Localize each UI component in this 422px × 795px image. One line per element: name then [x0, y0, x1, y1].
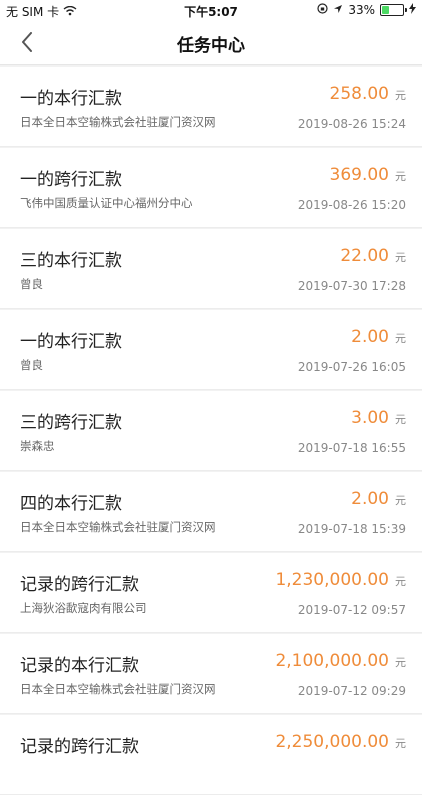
task-currency-unit: 元 — [395, 494, 406, 507]
task-currency-unit: 元 — [395, 332, 406, 345]
task-timestamp: 2019-07-26 16:05 — [297, 360, 406, 374]
location-icon — [333, 3, 343, 17]
task-amount-group: 3.00 元 — [351, 408, 406, 428]
task-title: 四的本行汇款 — [20, 494, 122, 514]
task-amount-group: 22.00 元 — [340, 246, 406, 266]
task-payee: 日本全日本空输株式会社驻厦门资汉网 — [20, 682, 216, 696]
task-list-item[interactable]: 四的本行汇款日本全日本空输株式会社驻厦门资汉网 2.00 元 2019-07-18 1… — [0, 472, 422, 552]
task-amount: 2.00 — [351, 327, 389, 347]
battery-fill — [382, 6, 389, 14]
task-timestamp: 2019-08-26 15:24 — [297, 117, 406, 131]
task-payee: 曾良 — [20, 277, 43, 291]
task-list: 一的本行汇款 日本全日本空输株式会社驻厦门资汉网 258.00 元 2019-08-26… — [0, 65, 422, 795]
task-amount: 22.00 — [340, 246, 389, 266]
status-bar: 无 SIM 卡 下午5:07 33% — [0, 0, 422, 20]
task-title: 三的跨行汇款 — [20, 413, 122, 433]
task-amount: 3.00 — [351, 408, 389, 428]
task-currency-unit: 元 — [395, 737, 406, 750]
battery-icon — [380, 4, 407, 16]
task-amount-group: 1,230,000.00 元 — [275, 570, 406, 590]
task-payee: 飞伟中国质量认证中心福州分中心 — [20, 196, 193, 210]
task-currency-unit: 元 — [395, 413, 406, 426]
task-timestamp: 2019-07-12 09:29 — [297, 684, 406, 698]
task-title: 一的本行汇款 — [20, 89, 122, 109]
task-list-item[interactable]: 一的跨行汇款飞伟中国质量认证中心福州分中心 369.00 元 2019-08-26 1… — [0, 148, 422, 228]
task-timestamp: 2019-07-30 17:28 — [297, 279, 406, 293]
task-payee: 日本全日本空输株式会社驻厦门资汉网 — [20, 115, 216, 129]
task-title: 记录的跨行汇款 — [20, 575, 139, 595]
nav-bar: 任务中心 — [0, 20, 422, 65]
task-amount: 2.00 — [351, 489, 389, 509]
task-payee: 上海狄浴歃寇肉有限公司 — [20, 601, 147, 615]
task-list-item[interactable]: 一的本行汇款曾良 2.00 元 2019-07-26 16:05 — [0, 310, 422, 390]
task-payee: 曾良 — [20, 358, 43, 372]
task-amount-group: 369.00 元 — [330, 165, 406, 185]
task-title: 一的跨行汇款 — [20, 170, 122, 190]
task-amount: 1,230,000.00 — [275, 570, 389, 590]
task-timestamp: 2019-07-18 16:55 — [297, 441, 406, 455]
task-title: 一的本行汇款 — [20, 332, 122, 352]
task-title: 记录的本行汇款 — [20, 656, 139, 676]
task-list-item[interactable]: 记录的跨行汇款 2,250,000.00 元 — [0, 715, 422, 795]
task-currency-unit: 元 — [395, 170, 406, 183]
task-timestamp: 2019-07-18 15:39 — [297, 522, 406, 536]
task-title: 记录的跨行汇款 — [20, 737, 139, 757]
task-list-item[interactable]: 一的本行汇款日本全日本空输株式会社驻厦门资汉网 258.00 元 2019-08-26… — [0, 67, 422, 147]
status-right: 33% — [317, 3, 416, 17]
task-title: 三的本行汇款 — [20, 251, 122, 271]
task-list-item[interactable]: 记录的跨行汇款上海狄浴歃寇肉有限公司 1,230,000.00 元 2019-07-1… — [0, 553, 422, 633]
battery-percent: 33% — [348, 3, 375, 17]
task-timestamp: 2019-07-12 09:57 — [297, 603, 406, 617]
charging-icon — [409, 3, 416, 17]
task-amount-group: 258.00 元 — [330, 84, 406, 104]
task-list-item[interactable]: 记录的本行汇款日本全日本空输株式会社驻厦门资汉网 2,100,000.00 元 201… — [0, 634, 422, 714]
rotation-lock-icon — [317, 3, 328, 17]
task-currency-unit: 元 — [395, 656, 406, 669]
task-amount: 2,250,000.00 — [275, 732, 389, 752]
task-currency-unit: 元 — [395, 89, 406, 102]
task-amount: 258.00 — [329, 84, 389, 104]
task-list-item[interactable]: 三的跨行汇款崇森忠 3.00 元 2019-07-18 16:55 — [0, 391, 422, 471]
task-amount-group: 2.00 元 — [351, 489, 406, 509]
task-currency-unit: 元 — [395, 251, 406, 264]
page-title: 任务中心 — [177, 36, 245, 56]
task-amount: 2,100,000.00 — [275, 651, 389, 671]
task-amount: 369.00 — [329, 165, 389, 185]
task-list-item[interactable]: 三的本行汇款曾良 22.00 元 2019-07-30 17:28 — [0, 229, 422, 309]
task-payee: 崇森忠 — [20, 439, 55, 453]
task-timestamp: 2019-08-26 15:20 — [297, 198, 406, 212]
task-payee: 日本全日本空输株式会社驻厦门资汉网 — [20, 520, 216, 534]
task-amount-group: 2,100,000.00 元 — [275, 651, 406, 671]
task-amount-group: 2.00 元 — [351, 327, 406, 347]
task-currency-unit: 元 — [395, 575, 406, 588]
task-amount-group: 2,250,000.00 元 — [275, 732, 406, 752]
